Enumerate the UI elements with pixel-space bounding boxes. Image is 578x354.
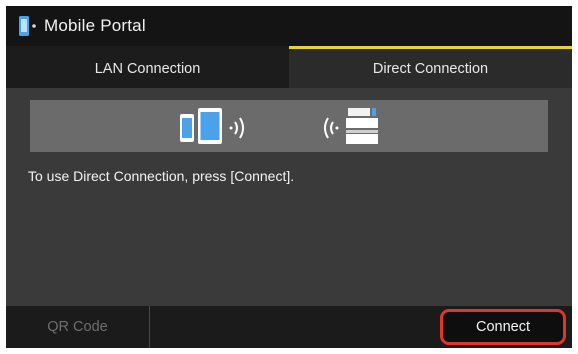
page-title: Mobile Portal <box>44 16 146 35</box>
tablet-icon <box>198 108 222 144</box>
connect-label: Connect <box>475 319 530 335</box>
tab-bar: LAN Connection Direct Connection <box>6 46 572 88</box>
action-bar: QR Code Connect <box>6 306 572 348</box>
connection-illustration <box>30 100 548 152</box>
mobile-portal-icon <box>19 16 36 36</box>
tab-direct-connection[interactable]: Direct Connection <box>289 46 572 88</box>
smartphone-icon <box>180 114 194 142</box>
wireless-signal-icon <box>229 117 244 139</box>
tab-lan-connection[interactable]: LAN Connection <box>6 46 289 88</box>
qr-code-label: QR Code <box>47 319 108 335</box>
title-bar: Mobile Portal <box>6 6 572 46</box>
tab-label: Direct Connection <box>372 60 489 77</box>
printer-icon <box>346 108 378 144</box>
instruction-message: To use Direct Connection, press [Connect… <box>28 168 295 184</box>
wireless-signal-icon <box>324 117 339 139</box>
tab-label: LAN Connection <box>94 60 201 77</box>
device-screen: Mobile Portal LAN Connection Direct Conn… <box>6 6 572 348</box>
qr-code-button[interactable]: QR Code <box>6 306 150 348</box>
connect-button[interactable]: Connect <box>440 309 566 345</box>
